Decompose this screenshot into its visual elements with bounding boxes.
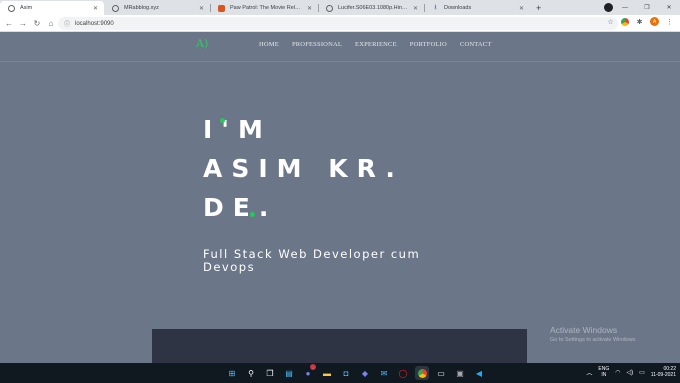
hero-subtitle: Full Stack Web Developer cum Devops	[203, 247, 421, 274]
close-window-icon[interactable]: ✕	[658, 4, 680, 11]
globe-icon	[8, 4, 15, 12]
browser-toolbar: ← → ↻ ⌂ ⓘ localhost:9090 ☆ ✱ A ⋮	[0, 15, 680, 32]
system-tray: ︿ ENG IN ◠ ◁) ▭ 00:22 11-09-2021	[586, 366, 676, 378]
tab-search-icon[interactable]	[604, 3, 613, 12]
region-code: IN	[601, 372, 607, 378]
devtools-icon[interactable]: ▣	[453, 366, 467, 380]
url-text: localhost:9090	[75, 20, 114, 27]
tab-paw-patrol[interactable]: Paw Patrol: The Movie Release O ✕	[210, 1, 318, 15]
download-icon: ⭳	[434, 3, 437, 11]
language-indicator[interactable]: ENG IN	[598, 366, 609, 378]
tab-strip: Asim ✕ MRabblog.xyz ✕ Paw Patrol: The Mo…	[0, 0, 680, 15]
accent-dot-apostrophe	[220, 118, 225, 123]
extension-icon[interactable]	[621, 17, 629, 26]
tab-mrabblog[interactable]: MRabblog.xyz ✕	[104, 1, 210, 15]
start-icon[interactable]: ⊞	[225, 366, 239, 380]
globe-icon	[326, 4, 333, 12]
chrome-icon[interactable]	[415, 366, 429, 380]
watermark-title: Activate Windows	[550, 325, 618, 335]
globe-icon	[112, 4, 119, 12]
tab-title: MRabblog.xyz	[124, 5, 159, 11]
tab-lucifer[interactable]: Lucifer.S06E03.1080p.Hindi.Engli ✕	[318, 1, 424, 15]
mail-icon[interactable]: ✉	[377, 366, 391, 380]
close-icon[interactable]: ✕	[307, 5, 312, 12]
tab-title: Paw Patrol: The Movie Release O	[230, 5, 303, 11]
info-icon[interactable]: ⓘ	[64, 19, 70, 28]
nav-divider	[0, 61, 680, 62]
maximize-icon[interactable]: ❐	[636, 4, 658, 11]
activate-windows-watermark: Activate Windows Go to Settings to activ…	[550, 325, 637, 343]
teams-icon[interactable]: ◆	[358, 366, 372, 380]
terminal-icon[interactable]: ▭	[434, 366, 448, 380]
back-icon[interactable]: ←	[2, 19, 16, 28]
hero-line-1: I'M	[203, 115, 272, 144]
bookmark-star-icon[interactable]: ☆	[606, 17, 615, 26]
teams-chat-icon[interactable]: ● 1	[301, 364, 316, 380]
hero-line-2: ASIM KR.	[203, 154, 404, 183]
hero-line-3: DE.	[203, 193, 278, 222]
search-icon[interactable]: ⚲	[244, 366, 258, 380]
new-tab-button[interactable]: +	[536, 1, 541, 15]
widgets-icon[interactable]: ▤	[282, 366, 296, 380]
window-controls: — ❐ ✕	[614, 0, 680, 15]
clock[interactable]: 00:22 11-09-2021	[651, 366, 676, 378]
task-view-icon[interactable]: ❐	[263, 366, 277, 380]
tab-title: Downloads	[444, 5, 472, 11]
watermark-subtitle: Go to Settings to activate Windows.	[550, 337, 637, 343]
vscode-icon[interactable]: ◀	[472, 366, 486, 380]
site-nav: HOME PROFESSIONAL EXPERIENCE PORTFOLIO C…	[259, 41, 492, 48]
site-icon	[218, 4, 225, 12]
accent-dot-period	[250, 212, 255, 217]
reload-icon[interactable]: ↻	[30, 19, 44, 28]
menu-kebab-icon[interactable]: ⋮	[665, 17, 674, 26]
close-icon[interactable]: ✕	[413, 5, 418, 12]
home-icon[interactable]: ⌂	[44, 19, 58, 28]
tab-asim[interactable]: Asim ✕	[0, 1, 104, 15]
taskbar: ⊞ ⚲ ❐ ▤ ● 1 ▬ ◘ ◆ ✉ ◯ ▭ ▣ ◀ ︿ ENG IN ◠ ◁)…	[0, 363, 680, 383]
extensions-puzzle-icon[interactable]: ✱	[635, 17, 644, 26]
notification-badge: 1	[310, 364, 316, 370]
nav-home[interactable]: HOME	[259, 41, 279, 48]
close-icon[interactable]: ✕	[93, 5, 98, 12]
profile-avatar[interactable]: A	[650, 17, 659, 26]
opera-icon[interactable]: ◯	[396, 366, 410, 380]
tab-downloads[interactable]: ⭳ Downloads ✕	[424, 1, 530, 15]
nav-portfolio[interactable]: PORTFOLIO	[410, 41, 447, 48]
battery-icon[interactable]: ▭	[639, 369, 645, 376]
tab-title: Lucifer.S06E03.1080p.Hindi.Engli	[338, 5, 409, 11]
volume-icon[interactable]: ◁)	[626, 369, 633, 376]
forward-icon[interactable]: →	[16, 19, 30, 28]
nav-contact[interactable]: CONTACT	[460, 41, 492, 48]
minimize-icon[interactable]: —	[614, 5, 636, 11]
nav-experience[interactable]: EXPERIENCE	[355, 41, 397, 48]
clock-date: 11-09-2021	[650, 372, 676, 378]
wifi-icon[interactable]: ◠	[615, 369, 620, 376]
close-icon[interactable]: ✕	[519, 5, 524, 12]
content-panel	[152, 329, 527, 363]
store-icon[interactable]: ◘	[339, 366, 353, 380]
close-icon[interactable]: ✕	[199, 5, 204, 12]
site-logo[interactable]: A)	[196, 37, 208, 50]
tab-title: Asim	[20, 5, 33, 11]
nav-professional[interactable]: PROFESSIONAL	[292, 41, 342, 48]
address-bar[interactable]: ⓘ localhost:9090	[58, 17, 618, 30]
file-explorer-icon[interactable]: ▬	[320, 366, 334, 380]
chevron-up-icon[interactable]: ︿	[586, 368, 592, 377]
